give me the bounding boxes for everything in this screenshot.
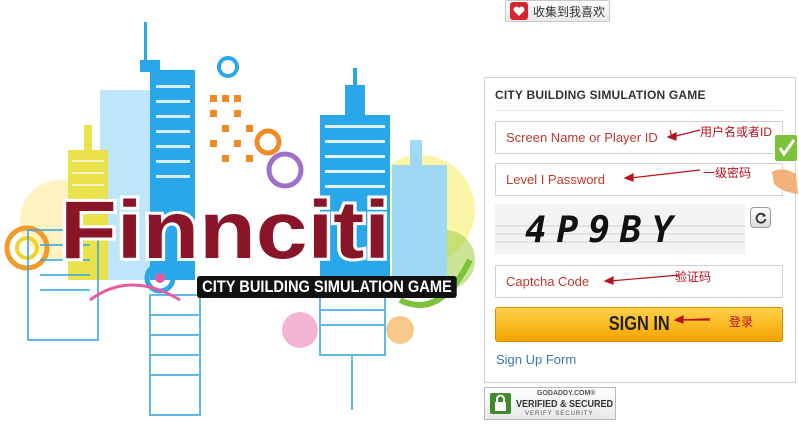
sign-up-link[interactable]: Sign Up Form: [496, 352, 576, 367]
window-grid: [210, 95, 253, 162]
finnciti-logo: Finnciti: [57, 182, 393, 279]
badge-verified-text: VERIFIED & SECURED: [516, 399, 614, 410]
logo-title: Finnciti: [60, 185, 390, 276]
annotation-arrows: [603, 129, 710, 324]
heart-icon: [510, 2, 528, 20]
annotation-screen-name: 用户名或者ID: [700, 125, 773, 139]
login-panel-title: CITY BUILDING SIMULATION GAME: [495, 88, 706, 102]
godaddy-verified-badge[interactable]: GODADDY.COM® VERIFIED & SECURED VERIFY S…: [484, 387, 616, 420]
title-divider: [495, 110, 783, 111]
annotation-password: 一级密码: [703, 166, 752, 180]
captcha-refresh-button[interactable]: [750, 207, 771, 228]
annotation-signin: 登录: [729, 315, 754, 329]
badge-brand: GODADDY.COM®: [537, 390, 596, 397]
mascot-hand-decoration: [772, 133, 799, 194]
add-to-favorites-button[interactable]: 收集到我喜欢: [505, 0, 610, 22]
annotation-captcha: 验证码: [675, 270, 712, 284]
logo-subtitle: CITY BUILDING SIMULATION GAME: [197, 276, 457, 298]
refresh-icon: [755, 212, 766, 224]
badge-verify-link: VERIFY SECURITY: [525, 411, 594, 417]
favorite-label: 收集到我喜欢: [533, 4, 606, 19]
lock-icon: [490, 393, 511, 414]
